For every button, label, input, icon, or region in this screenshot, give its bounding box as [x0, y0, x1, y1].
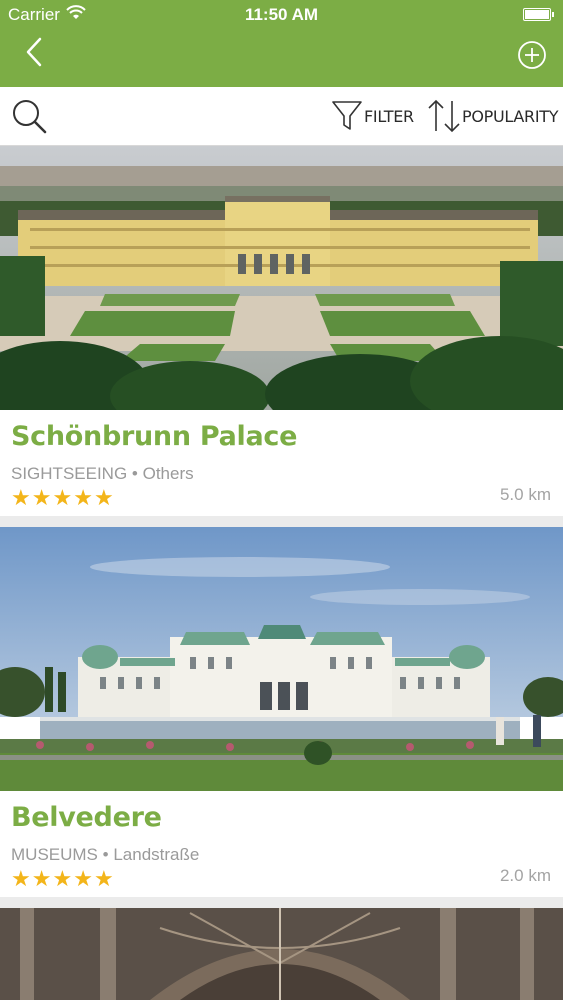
place-area: Landstraße — [113, 845, 200, 864]
star-icon: ★ — [93, 485, 114, 510]
star-rating: ★ ★ ★ ★ ★ — [11, 868, 114, 890]
place-distance: 2.0 km — [499, 866, 551, 885]
star-icon: ★ — [11, 485, 31, 510]
star-icon: ★ — [11, 866, 31, 891]
place-title: Schönbrunn Palace — [11, 421, 298, 452]
place-meta: MUSEUMS • Landstraße — [11, 845, 199, 865]
place-photo — [0, 908, 563, 1000]
star-icon: ★ — [52, 866, 73, 891]
battery-icon — [523, 8, 554, 21]
star-icon: ★ — [31, 866, 52, 891]
place-photo — [0, 146, 563, 410]
place-card[interactable]: Belvedere MUSEUMS • Landstraße ★ ★ ★ ★ ★ 2.0… — [0, 527, 563, 897]
sort-label: POPULARITY — [462, 106, 559, 126]
star-icon: ★ — [31, 485, 52, 510]
sort-arrows-icon — [428, 99, 460, 133]
funnel-icon — [332, 101, 362, 130]
chevron-left-icon[interactable] — [20, 34, 54, 70]
filter-button[interactable]: FILTER — [330, 99, 414, 133]
star-rating: ★ ★ ★ ★ ★ — [11, 487, 114, 509]
search-icon[interactable] — [8, 95, 50, 137]
navigation-bar: Carrier 11:50 AM — [0, 0, 563, 87]
place-card[interactable]: Schönbrunn Palace SIGHTSEEING • Others ★… — [0, 146, 563, 516]
place-photo — [0, 527, 563, 791]
place-meta: SIGHTSEEING • Others — [11, 464, 194, 484]
place-category: MUSEUMS — [11, 845, 98, 864]
place-title: Belvedere — [11, 802, 162, 833]
status-bar: Carrier 11:50 AM — [0, 0, 563, 30]
star-icon: ★ — [52, 485, 73, 510]
filter-label: FILTER — [364, 106, 414, 126]
place-area: Others — [142, 464, 194, 483]
star-icon: ★ — [93, 866, 114, 891]
place-distance: 5.0 km — [499, 485, 551, 504]
clock: 11:50 AM — [244, 5, 319, 24]
place-category: SIGHTSEEING — [11, 464, 128, 483]
meta-separator: • — [102, 845, 109, 864]
meta-separator: • — [131, 464, 138, 483]
sort-button[interactable]: POPULARITY — [426, 97, 559, 135]
place-card[interactable] — [0, 908, 563, 1000]
star-icon: ★ — [73, 866, 93, 891]
plus-circle-icon[interactable] — [517, 40, 547, 70]
toolbar: FILTER POPULARITY — [0, 87, 563, 146]
star-icon: ★ — [73, 485, 93, 510]
